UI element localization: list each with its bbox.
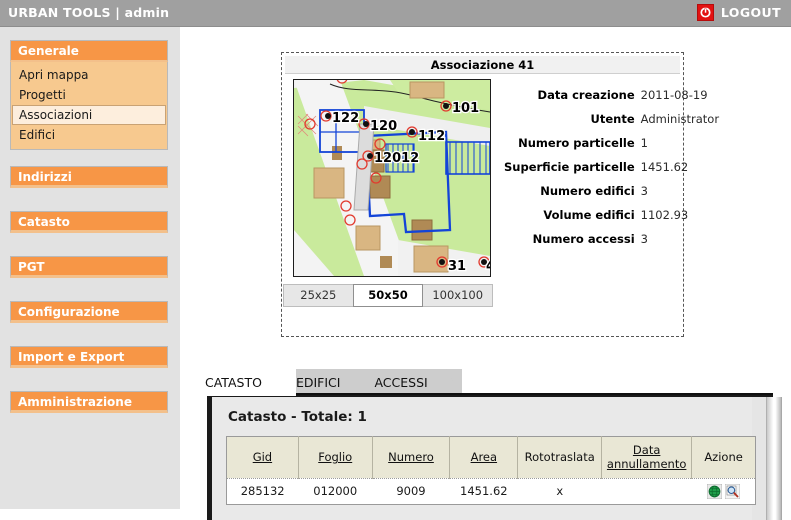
sidebar-item-apri-mappa[interactable]: Apri mappa <box>12 65 166 85</box>
tab-catasto[interactable]: CATASTO <box>191 369 296 396</box>
zoom-button-50x50[interactable]: 50x50 <box>352 284 424 307</box>
sidebar-group-pgt: PGT <box>10 256 168 278</box>
sort-link-foglio[interactable]: Foglio <box>318 450 352 464</box>
sidebar: Generale Apri mappa Progetti Associazion… <box>0 27 180 509</box>
column-header-data-annullamento[interactable]: Data annullamento <box>601 436 693 479</box>
sidebar-group-header-pgt[interactable]: PGT <box>10 256 168 278</box>
sidebar-group-configurazione: Configurazione <box>10 301 168 323</box>
info-row-numero-particelle: Numero particelle 1 <box>504 131 719 155</box>
cell-rototraslata: x <box>517 478 602 505</box>
association-title: Associazione 41 <box>285 56 680 74</box>
svg-text:122: 122 <box>332 111 359 126</box>
tab-accessi[interactable]: ACCESSI <box>360 369 462 396</box>
panel-vertical-scrollbar[interactable] <box>766 397 782 520</box>
column-label-azione: Azione <box>704 450 743 465</box>
cell-data-annullamento <box>601 478 692 505</box>
cell-gid: 285132 <box>226 478 299 505</box>
search-zoom-icon[interactable] <box>724 483 741 500</box>
info-row-data-creazione: Data creazione 2011-08-19 <box>504 83 719 107</box>
cell-foglio: 012000 <box>298 478 373 505</box>
catasto-panel-inner: Catasto - Totale: 1 Gid Foglio Numero Ar… <box>212 397 756 520</box>
sidebar-group-header-indirizzi[interactable]: Indirizzi <box>10 166 168 188</box>
tab-catasto-label: CATASTO <box>205 375 262 390</box>
info-label-numero-particelle: Numero particelle <box>518 136 635 150</box>
cell-azione <box>691 478 756 505</box>
info-row-superficie-particelle: Superficie particelle 1451.62 <box>504 155 719 179</box>
info-label-superficie-particelle: Superficie particelle <box>504 160 635 174</box>
sidebar-group-header-catasto[interactable]: Catasto <box>10 211 168 233</box>
svg-text:101: 101 <box>452 101 479 116</box>
info-label-data-creazione: Data creazione <box>537 88 635 102</box>
sidebar-item-edifici[interactable]: Edifici <box>12 125 166 145</box>
column-header-azione: Azione <box>691 436 756 479</box>
info-value-numero-particelle: 1 <box>640 136 648 150</box>
sort-link-data-annullamento[interactable]: Data annullamento <box>607 443 686 471</box>
top-header-bar: URBAN TOOLS | admin LOGOUT <box>0 0 791 27</box>
tab-edifici-label: EDIFICI <box>295 375 341 390</box>
info-value-utente: Administrator <box>640 112 720 126</box>
map-zoom-buttons: 25x25 50x50 100x100 <box>283 284 494 308</box>
logout-label: LOGOUT <box>720 5 781 20</box>
sort-link-gid[interactable]: Gid <box>253 450 272 464</box>
tab-accessi-label: ACCESSI <box>374 375 428 390</box>
info-value-data-creazione: 2011-08-19 <box>640 88 708 102</box>
info-row-utente: Utente Administrator <box>504 107 720 131</box>
logout-button[interactable]: LOGOUT <box>696 4 781 21</box>
sidebar-group-header-import-export[interactable]: Import e Export <box>10 346 168 368</box>
info-value-numero-edifici: 3 <box>640 184 648 198</box>
cell-numero: 9009 <box>372 478 450 505</box>
sidebar-group-header-generale[interactable]: Generale <box>10 40 168 62</box>
sidebar-item-progetti[interactable]: Progetti <box>12 85 166 105</box>
column-header-foglio[interactable]: Foglio <box>298 436 373 479</box>
cell-area: 1451.62 <box>449 478 518 505</box>
row-action-icons <box>696 483 751 500</box>
table-title: Catasto - Totale: 1 <box>228 409 367 425</box>
association-card: Associazione 41 101 122 120 112 12012 31… <box>281 52 719 337</box>
svg-text:12012: 12012 <box>374 151 419 166</box>
info-label-utente: Utente <box>590 112 635 126</box>
table-row[interactable]: 285132 012000 9009 1451.62 x <box>226 478 756 505</box>
info-value-volume-edifici: 1102.93 <box>640 208 689 222</box>
catasto-table-panel: Catasto - Totale: 1 Gid Foglio Numero Ar… <box>207 395 773 520</box>
column-header-gid[interactable]: Gid <box>226 436 299 479</box>
sidebar-group-header-configurazione[interactable]: Configurazione <box>10 301 168 323</box>
column-header-rototraslata: Rototraslata <box>517 436 603 479</box>
info-row-numero-accessi: Numero accessi 3 <box>504 227 719 251</box>
table-header-row: Gid Foglio Numero Area Rototraslata Data… <box>226 436 756 479</box>
association-info-table: Data creazione 2011-08-19 Utente Adminis… <box>504 83 719 251</box>
svg-text:120: 120 <box>370 119 397 134</box>
sidebar-group-import-export: Import e Export <box>10 346 168 368</box>
power-logout-icon <box>696 4 714 21</box>
column-label-rototraslata: Rototraslata <box>524 450 595 465</box>
sidebar-group-body-generale: Apri mappa Progetti Associazioni Edifici <box>10 62 168 150</box>
info-label-volume-edifici: Volume edifici <box>543 208 635 222</box>
sidebar-item-associazioni[interactable]: Associazioni <box>12 105 166 125</box>
zoom-button-100x100[interactable]: 100x100 <box>422 284 494 307</box>
svg-text:31: 31 <box>448 259 466 274</box>
info-value-superficie-particelle: 1451.62 <box>640 160 689 174</box>
sidebar-group-generale: Generale Apri mappa Progetti Associazion… <box>10 40 168 150</box>
sidebar-group-indirizzi: Indirizzi <box>10 166 168 188</box>
globe-icon[interactable] <box>706 483 723 500</box>
info-label-numero-edifici: Numero edifici <box>540 184 635 198</box>
info-value-numero-accessi: 3 <box>640 232 648 246</box>
info-row-volume-edifici: Volume edifici 1102.93 <box>504 203 719 227</box>
column-header-numero[interactable]: Numero <box>372 436 451 479</box>
tab-bar: CATASTO EDIFICI ACCESSI <box>191 368 462 396</box>
catasto-data-table: Gid Foglio Numero Area Rototraslata Data… <box>226 436 756 505</box>
svg-text:112: 112 <box>418 129 445 144</box>
cadastral-map-thumbnail[interactable]: 101 122 120 112 12012 31 4 <box>293 79 491 277</box>
sort-link-area[interactable]: Area <box>471 450 497 464</box>
sidebar-group-amministrazione: Amministrazione <box>10 391 168 413</box>
svg-text:4: 4 <box>486 259 490 274</box>
zoom-button-25x25[interactable]: 25x25 <box>283 284 354 307</box>
main-content: Associazione 41 101 122 120 112 12012 31… <box>180 27 791 520</box>
info-label-numero-accessi: Numero accessi <box>532 232 635 246</box>
sidebar-group-header-amministrazione[interactable]: Amministrazione <box>10 391 168 413</box>
app-title: URBAN TOOLS | admin <box>8 5 170 20</box>
column-header-area[interactable]: Area <box>449 436 519 479</box>
sidebar-group-catasto: Catasto <box>10 211 168 233</box>
info-row-numero-edifici: Numero edifici 3 <box>504 179 719 203</box>
sort-link-numero[interactable]: Numero <box>388 450 434 464</box>
